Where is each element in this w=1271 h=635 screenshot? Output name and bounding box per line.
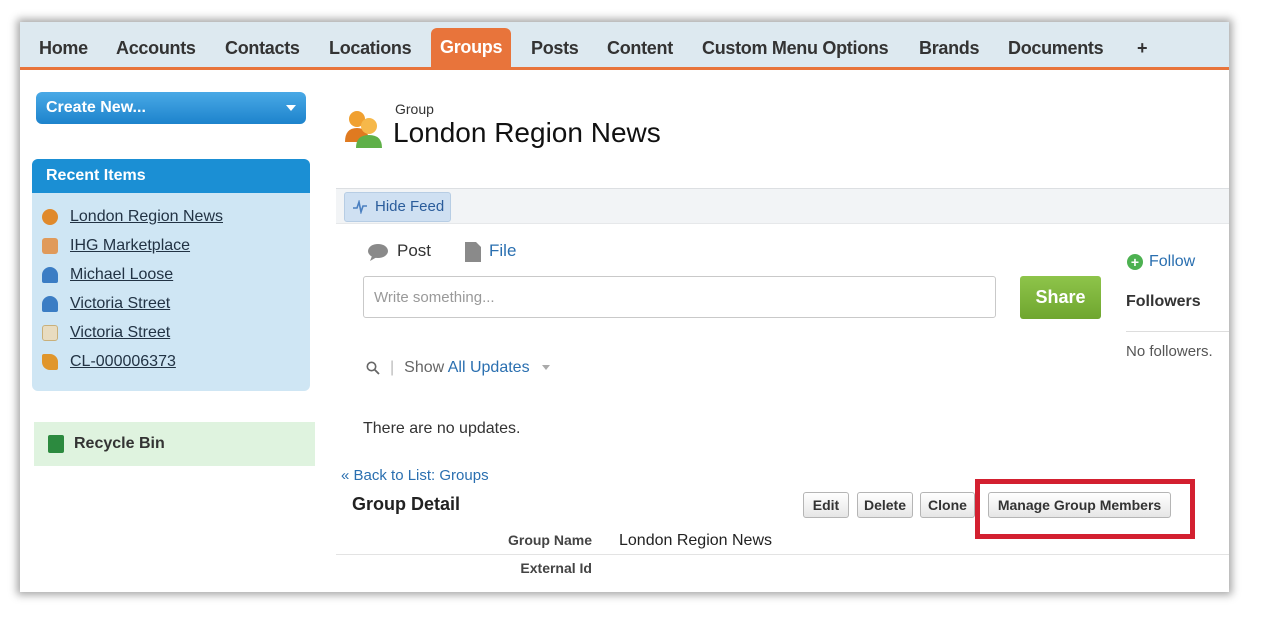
post-tab[interactable]: Post bbox=[367, 241, 431, 261]
recycle-bin-link[interactable]: Recycle Bin bbox=[34, 422, 315, 466]
tab-brands[interactable]: Brands bbox=[919, 32, 980, 64]
file-icon bbox=[465, 241, 481, 262]
tab-accounts[interactable]: Accounts bbox=[116, 32, 196, 64]
search-icon[interactable] bbox=[366, 361, 380, 375]
post-tab-label: Post bbox=[397, 241, 432, 260]
file-tab-label: File bbox=[489, 241, 517, 260]
speech-bubble-icon bbox=[368, 243, 388, 261]
recent-items-panel: Recent Items London Region News IHG Mark… bbox=[32, 159, 310, 391]
no-updates-text: There are no updates. bbox=[363, 420, 521, 437]
recent-item-victoria-street-contact[interactable]: Victoria Street bbox=[42, 291, 170, 317]
recent-item-victoria-street-location[interactable]: Victoria Street bbox=[42, 320, 170, 346]
hide-feed-label: Hide Feed bbox=[375, 198, 445, 215]
recent-item-label: IHG Marketplace bbox=[70, 237, 191, 254]
plus-circle-icon: + bbox=[1127, 253, 1143, 270]
clone-button[interactable]: Clone bbox=[920, 492, 975, 518]
marketplace-icon bbox=[42, 238, 58, 254]
group-people-icon bbox=[345, 111, 382, 148]
feed-filter-row: | Show All Updates bbox=[366, 359, 550, 377]
recent-item-label: Victoria Street bbox=[70, 324, 171, 341]
no-followers-text: No followers. bbox=[1126, 343, 1213, 360]
group-icon bbox=[42, 209, 58, 225]
delete-button[interactable]: Delete bbox=[857, 492, 913, 518]
field-value-group-name: London Region News bbox=[619, 532, 772, 549]
tab-add-more[interactable]: + bbox=[1137, 32, 1148, 64]
follow-label: Follow bbox=[1149, 253, 1196, 270]
recycle-bin-label: Recycle Bin bbox=[74, 435, 165, 452]
contact-icon bbox=[42, 267, 58, 283]
recent-item-label: Michael Loose bbox=[70, 266, 174, 283]
recent-item-cl-000006373[interactable]: CL-000006373 bbox=[42, 349, 176, 375]
tab-custom-menu-options[interactable]: Custom Menu Options bbox=[702, 32, 889, 64]
page-title: London Region News bbox=[393, 117, 661, 148]
post-input[interactable] bbox=[363, 276, 996, 318]
contact-icon bbox=[42, 296, 58, 312]
show-label: Show bbox=[404, 359, 445, 376]
followers-divider bbox=[1126, 331, 1229, 332]
recent-item-label: CL-000006373 bbox=[70, 353, 176, 370]
field-label-external-id: External Id bbox=[520, 560, 592, 576]
tab-locations[interactable]: Locations bbox=[329, 32, 412, 64]
main-tab-bar: Home Accounts Contacts Locations Groups … bbox=[20, 22, 1229, 70]
feed-pulse-icon bbox=[353, 200, 367, 214]
recent-item-label: Victoria Street bbox=[70, 295, 171, 312]
tab-home[interactable]: Home bbox=[39, 32, 88, 64]
chevron-down-icon bbox=[286, 105, 296, 111]
edit-button[interactable]: Edit bbox=[803, 492, 849, 518]
filter-separator: | bbox=[390, 359, 395, 376]
tab-posts[interactable]: Posts bbox=[531, 32, 579, 64]
group-detail-title: Group Detail bbox=[352, 494, 461, 514]
custom-object-icon bbox=[42, 354, 58, 370]
tab-documents[interactable]: Documents bbox=[1008, 32, 1104, 64]
app-window: Home Accounts Contacts Locations Groups … bbox=[20, 22, 1229, 592]
recent-item-label: London Region News bbox=[70, 208, 223, 225]
show-filter-dropdown[interactable]: All Updates bbox=[448, 359, 530, 376]
back-to-list-link[interactable]: « Back to List: Groups bbox=[341, 467, 489, 484]
feed-toolbar: Hide Feed bbox=[336, 188, 1229, 224]
recent-items-title: Recent Items bbox=[32, 159, 310, 193]
create-new-label: Create New... bbox=[46, 99, 146, 116]
hide-feed-button[interactable]: Hide Feed bbox=[344, 192, 452, 222]
recent-item-michael-loose[interactable]: Michael Loose bbox=[42, 262, 173, 288]
chevron-down-icon[interactable] bbox=[541, 365, 550, 371]
recent-item-london-region-news[interactable]: London Region News bbox=[42, 204, 223, 230]
create-new-dropdown[interactable]: Create New... bbox=[36, 92, 306, 124]
recycle-bin-icon bbox=[48, 434, 64, 453]
share-button[interactable]: Share bbox=[1020, 276, 1101, 319]
object-type-label: Group bbox=[395, 101, 434, 117]
tab-contacts[interactable]: Contacts bbox=[225, 32, 300, 64]
followers-title: Followers bbox=[1126, 293, 1201, 310]
detail-divider bbox=[336, 554, 1229, 555]
tab-groups[interactable]: Groups bbox=[431, 28, 512, 67]
location-icon bbox=[42, 325, 58, 341]
recent-item-ihg-marketplace[interactable]: IHG Marketplace bbox=[42, 233, 190, 259]
field-label-group-name: Group Name bbox=[507, 532, 592, 548]
follow-link[interactable]: + Follow bbox=[1127, 253, 1195, 271]
file-tab[interactable]: File bbox=[465, 241, 516, 262]
tab-content[interactable]: Content bbox=[607, 32, 673, 64]
highlight-annotation-box bbox=[975, 479, 1195, 539]
